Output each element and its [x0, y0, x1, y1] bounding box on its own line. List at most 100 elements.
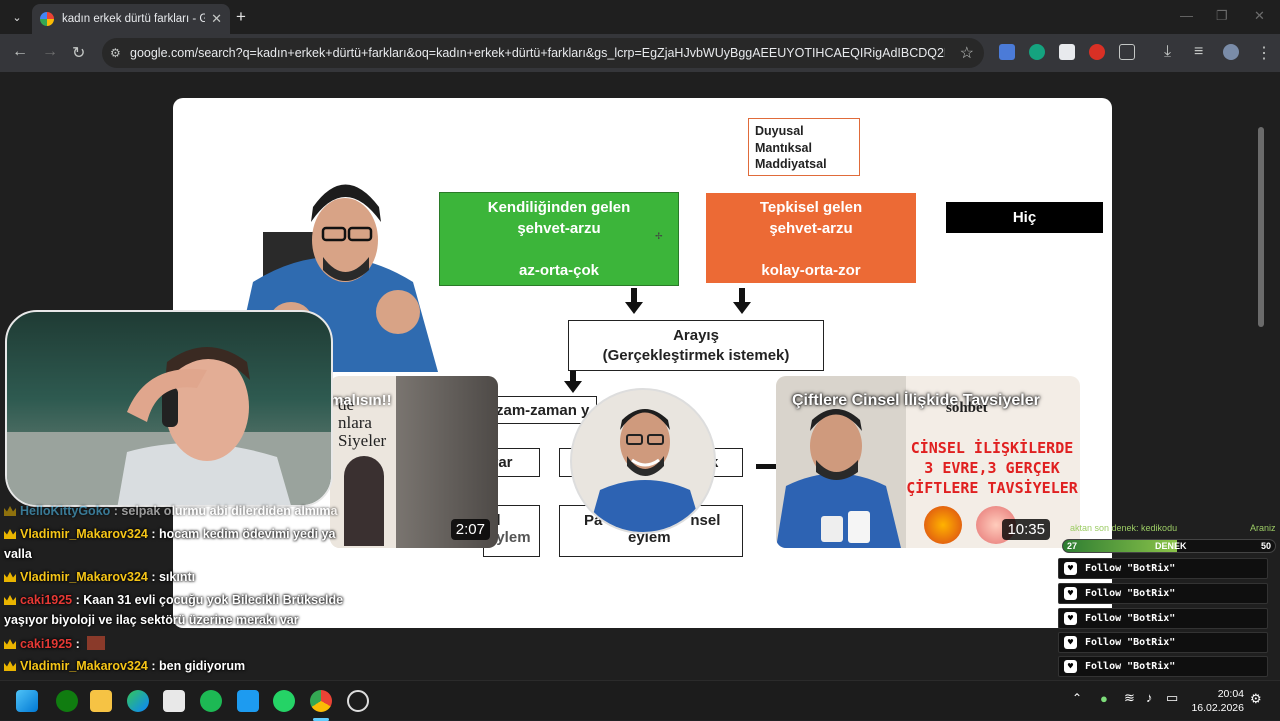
scrollbar-thumb[interactable]: [1258, 127, 1264, 327]
dash-line: [756, 464, 776, 469]
chat-message: HelloKittyGoko : selpak olurmu abi diler…: [4, 504, 337, 518]
url-text[interactable]: google.com/search?q=kadın+erkek+dürtü+fa…: [130, 46, 945, 60]
arayis-subtitle: (Gerçekleştirmek istemek): [602, 347, 790, 364]
video-camera-icon[interactable]: [330, 604, 350, 624]
suggested-video-card-right[interactable]: sohbet CİNSEL İLİŞKİLERDE 3 EVRE,3 GERÇE…: [776, 376, 1080, 548]
windows-start-icon[interactable]: [16, 690, 38, 712]
clock-time: 20:04: [1217, 688, 1244, 700]
crown-badge-icon: [4, 595, 16, 605]
tab-close-icon[interactable]: ✕: [211, 11, 222, 27]
suggested-video-card-left[interactable]: de nlara Siyeler malısın!! 2:07: [330, 376, 498, 548]
poster-line-2: 3 EVRE,3 GERÇEK: [924, 459, 1060, 477]
follow-alert: ♥ Follow "BotRix": [1058, 608, 1268, 629]
wifi-icon[interactable]: ≋: [1124, 690, 1135, 706]
arrow-stem: [570, 371, 576, 381]
green-box-line-1: Kendiliğinden gelen: [487, 199, 631, 216]
chat-username: HelloKittyGoko: [20, 504, 111, 518]
tab-search-dropdown-icon[interactable]: ⌄: [6, 6, 28, 28]
ticker-text-right: Araniz: [1250, 523, 1276, 533]
streamer-webcam: [5, 310, 333, 507]
close-window-button[interactable]: ✕: [1254, 8, 1265, 24]
back-arrow-icon[interactable]: ←: [12, 43, 28, 61]
follow-text: Follow "BotRix": [1085, 637, 1176, 648]
heart-icon: ♥: [1064, 587, 1077, 600]
grammarly-extension-icon[interactable]: [1029, 44, 1045, 60]
chat-message: caki1925 : Kaan 31 evli çocuğu yok Bilec…: [4, 593, 343, 607]
settings-icon[interactable]: ⚙: [1250, 691, 1262, 707]
microphone-icon[interactable]: ●: [1100, 691, 1108, 706]
battery-icon[interactable]: ▭: [1166, 690, 1178, 706]
video-left-title: malısın!!: [330, 392, 392, 409]
chat-text: : Kaan 31 evli çocuğu yok Bilecikli Brük…: [75, 593, 344, 607]
heart-icon: ♥: [1064, 636, 1077, 649]
crown-badge-icon: [4, 572, 16, 582]
translate-extension-icon[interactable]: [999, 44, 1015, 60]
follow-alert: ♥ Follow "BotRix": [1058, 583, 1268, 604]
follow-text: Follow "BotRix": [1085, 563, 1176, 574]
adblock-extension-icon[interactable]: [1089, 44, 1105, 60]
system-clock[interactable]: 20:04 16.02.2026: [1191, 687, 1244, 715]
follow-text: Follow "BotRix": [1085, 613, 1176, 624]
down-arrow-icon: [564, 381, 582, 393]
spotify-icon[interactable]: [200, 690, 222, 712]
xbox-icon[interactable]: [56, 690, 78, 712]
green-box-line-2: şehvet-arzu: [517, 220, 601, 237]
arrow-stem: [739, 288, 745, 302]
chrome-icon[interactable]: [310, 690, 332, 712]
maximize-button[interactable]: ❐: [1216, 8, 1228, 24]
nsel-label: nsel: [690, 512, 721, 529]
profile-avatar[interactable]: [1223, 44, 1239, 60]
poster-line-1: CİNSEL İLİŞKİLERDE: [910, 439, 1074, 457]
chat-text: : hocam kedim ödevimi yedi ya: [151, 527, 336, 541]
reactive-desire-box: Tepkisel gelen şehvet-arzu kolay-orta-zo…: [706, 193, 916, 283]
minimize-button[interactable]: —: [1180, 8, 1193, 23]
orange-box-scale: kolay-orta-zor: [761, 262, 861, 279]
book-line-3: Siyeler: [338, 431, 387, 450]
active-tab[interactable]: kadın erkek dürtü farkları - Goo ✕: [32, 4, 230, 34]
chat-username: Vladimir_Makarov324: [20, 659, 148, 673]
media-control-icon[interactable]: ≡: [1194, 43, 1203, 61]
chat-text: : selpak olurmu abi dilerdiden almıma: [113, 504, 338, 518]
fire-emoji-icon: [924, 506, 962, 544]
menu-kebab-icon[interactable]: ⋮: [1256, 43, 1272, 63]
reload-icon[interactable]: ↻: [72, 43, 85, 63]
video-duration: 2:07: [450, 519, 490, 540]
download-icon[interactable]: ⤓: [1164, 43, 1171, 61]
heart-icon: ♥: [1064, 660, 1077, 673]
video-duration: 10:35: [1002, 519, 1050, 540]
orange-box-line-1: Tepkisel gelen: [759, 199, 863, 216]
bar-left-value: 27: [1067, 541, 1078, 551]
book-line-2: nlara: [338, 413, 372, 432]
arayis-box: Arayış (Gerçekleştirmek istemek): [568, 320, 824, 371]
chat-message: Vladimir_Makarov324 : hocam kedim ödevim…: [4, 527, 335, 541]
follow-text: Follow "BotRix": [1085, 661, 1176, 672]
twitter-icon[interactable]: [237, 690, 259, 712]
obs-icon[interactable]: [347, 690, 369, 712]
video-right-title: Çiftlere Cinsel İlişkide Tavsiyeler: [792, 392, 1040, 409]
bookmark-star-icon[interactable]: ☆: [960, 43, 974, 63]
denek-progress-bar: 27 DENEK 50: [1062, 539, 1276, 553]
heart-icon: ♥: [1064, 612, 1077, 625]
mouse-cursor-icon: ✢: [655, 231, 663, 241]
chat-username: caki1925: [20, 593, 73, 607]
maddiyatsal-label: Maddiyatsal: [755, 157, 827, 171]
green-box-scale: az-orta-çok: [518, 262, 600, 279]
tray-chevron-icon[interactable]: ⌃: [1072, 691, 1082, 705]
chat-message-continued: yaşıyor biyoloji ve ilaç sektörü üzerine…: [4, 613, 299, 627]
silhouette-figure: [344, 456, 384, 546]
new-tab-button[interactable]: +: [236, 7, 246, 27]
chat-username: caki1925: [20, 637, 73, 651]
chat-text: : sıkıntı: [151, 570, 196, 584]
extension-icon[interactable]: [1059, 44, 1075, 60]
store-icon[interactable]: [163, 690, 185, 712]
site-info-icon[interactable]: ⚙: [110, 46, 121, 60]
whatsapp-icon[interactable]: [273, 690, 295, 712]
extensions-puzzle-icon[interactable]: [1119, 44, 1135, 60]
file-explorer-icon[interactable]: [90, 690, 112, 712]
address-bar[interactable]: ⚙ google.com/search?q=kadın+erkek+dürtü+…: [102, 38, 984, 68]
edge-icon[interactable]: [127, 690, 149, 712]
forward-arrow-icon[interactable]: →: [42, 43, 58, 61]
doctor-round-photo[interactable]: [570, 388, 716, 534]
ticker-text: aktan son denek: kedikodu: [1070, 523, 1178, 533]
volume-icon[interactable]: ♪: [1146, 690, 1153, 705]
